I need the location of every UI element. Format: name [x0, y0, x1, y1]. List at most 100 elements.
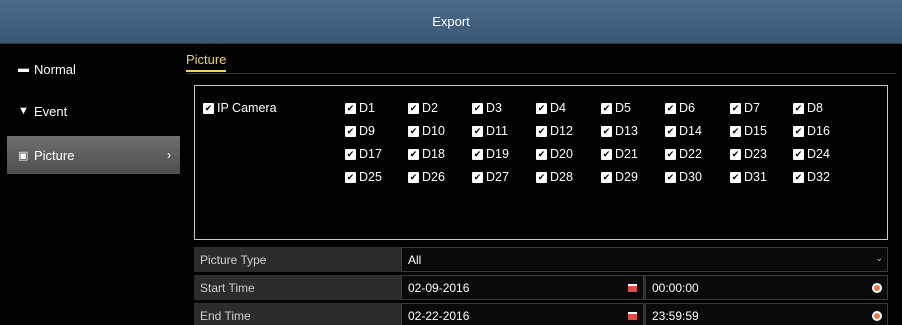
end-date-field[interactable]: 02-22-2016	[401, 303, 644, 325]
channel-label: D24	[807, 147, 830, 161]
sidebar-item-picture[interactable]: ▣ Picture ›	[7, 136, 180, 174]
start-date-field[interactable]: 02-09-2016	[401, 275, 644, 300]
checkbox-checked-icon	[665, 148, 676, 160]
window-title: Export	[432, 14, 470, 29]
channel-checkbox-d23[interactable]: D23	[730, 147, 767, 161]
channel-checkbox-d6[interactable]: D6	[665, 101, 695, 115]
checkbox-checked-icon	[345, 125, 356, 137]
clock-icon[interactable]	[872, 283, 882, 293]
channel-label: D2	[422, 101, 438, 115]
checkbox-checked-icon	[472, 148, 483, 160]
channel-checkbox-d20[interactable]: D20	[536, 147, 573, 161]
checkbox-checked-icon	[793, 125, 804, 137]
checkbox-checked-icon	[601, 102, 612, 114]
checkbox-checked-icon	[408, 125, 419, 137]
channel-checkbox-d27[interactable]: D27	[472, 170, 509, 184]
picture-type-select[interactable]: All ⌄	[401, 247, 888, 272]
channel-checkbox-d14[interactable]: D14	[665, 124, 702, 138]
checkbox-checked-icon	[408, 148, 419, 160]
checkbox-checked-icon	[472, 125, 483, 137]
normal-icon: ▬	[18, 63, 29, 75]
checkbox-checked-icon	[793, 148, 804, 160]
channel-checkbox-d12[interactable]: D12	[536, 124, 573, 138]
checkbox-checked-icon	[408, 102, 419, 114]
checkbox-checked-icon	[665, 171, 676, 183]
checkbox-checked-icon	[601, 148, 612, 160]
channel-label: D16	[807, 124, 830, 138]
sidebar: ▬ Normal ▼ Event ▣ Picture ›	[0, 44, 180, 325]
ip-camera-checkbox[interactable]: IP Camera	[203, 101, 277, 115]
channel-checkbox-d32[interactable]: D32	[793, 170, 830, 184]
channel-checkbox-d3[interactable]: D3	[472, 101, 502, 115]
channel-checkbox-d31[interactable]: D31	[730, 170, 767, 184]
checkbox-checked-icon	[793, 102, 804, 114]
checkbox-checked-icon	[601, 125, 612, 137]
channel-label: D32	[807, 170, 830, 184]
checkbox-checked-icon	[536, 148, 547, 160]
channel-label: D25	[359, 170, 382, 184]
channel-checkbox-d29[interactable]: D29	[601, 170, 638, 184]
channel-checkbox-d1[interactable]: D1	[345, 101, 375, 115]
channel-label: D12	[550, 124, 573, 138]
channel-checkbox-d11[interactable]: D11	[472, 124, 508, 138]
channel-checkbox-d18[interactable]: D18	[408, 147, 445, 161]
channel-checkbox-d28[interactable]: D28	[536, 170, 573, 184]
channel-label: D8	[807, 101, 823, 115]
channel-label: D21	[615, 147, 638, 161]
channel-checkbox-d10[interactable]: D10	[408, 124, 445, 138]
checkbox-checked-icon	[203, 102, 214, 114]
checkbox-checked-icon	[345, 171, 356, 183]
tab-picture[interactable]: Picture	[186, 52, 227, 72]
channel-checkbox-d16[interactable]: D16	[793, 124, 830, 138]
channel-label: D10	[422, 124, 445, 138]
channel-checkbox-d22[interactable]: D22	[665, 147, 702, 161]
start-time-label: Start Time	[200, 281, 255, 295]
channel-checkbox-d8[interactable]: D8	[793, 101, 823, 115]
channel-checkbox-d13[interactable]: D13	[601, 124, 638, 138]
sidebar-item-normal[interactable]: ▬ Normal	[0, 50, 180, 88]
channel-label: D29	[615, 170, 638, 184]
channel-checkbox-d30[interactable]: D30	[665, 170, 702, 184]
end-time-label: End Time	[200, 309, 251, 323]
checkbox-checked-icon	[665, 102, 676, 114]
calendar-icon[interactable]	[628, 284, 637, 292]
channel-checkbox-d17[interactable]: D17	[345, 147, 382, 161]
checkbox-checked-icon	[472, 102, 483, 114]
channel-label: D30	[679, 170, 702, 184]
start-time-value: 00:00:00	[652, 281, 699, 295]
picture-type-value: All	[408, 253, 422, 267]
channel-label: D6	[679, 101, 695, 115]
channel-label: D13	[615, 124, 638, 138]
channel-label: D14	[679, 124, 702, 138]
channel-checkbox-d4[interactable]: D4	[536, 101, 566, 115]
channel-checkbox-d24[interactable]: D24	[793, 147, 830, 161]
chevron-down-icon: ⌄	[875, 253, 883, 263]
picture-type-label: Picture Type	[200, 253, 267, 267]
channel-checkbox-d26[interactable]: D26	[408, 170, 445, 184]
checkbox-checked-icon	[536, 125, 547, 137]
channel-checkbox-d7[interactable]: D7	[730, 101, 760, 115]
channel-checkbox-d25[interactable]: D25	[345, 170, 382, 184]
picture-type-row: Picture Type All ⌄	[194, 247, 888, 272]
channel-checkbox-d2[interactable]: D2	[408, 101, 438, 115]
channel-checkbox-d19[interactable]: D19	[472, 147, 509, 161]
end-time-field[interactable]: 23:59:59	[645, 303, 888, 325]
checkbox-checked-icon	[345, 102, 356, 114]
channel-checkbox-d5[interactable]: D5	[601, 101, 631, 115]
channel-checkbox-d21[interactable]: D21	[601, 147, 638, 161]
chevron-right-icon: ›	[167, 148, 171, 162]
channel-checkbox-d15[interactable]: D15	[730, 124, 767, 138]
channel-label: D27	[486, 170, 509, 184]
calendar-icon[interactable]	[628, 312, 637, 320]
sidebar-item-label: Normal	[34, 61, 76, 77]
main-panel: Picture IP Camera D1 D2 D3 D4 D5 D6 D7 D8 D9 D10 D…	[180, 44, 902, 325]
event-icon: ▼	[18, 105, 29, 117]
start-time-field[interactable]: 00:00:00	[645, 275, 888, 300]
clock-icon[interactable]	[872, 311, 882, 321]
channel-label: D9	[359, 124, 375, 138]
channel-label: D22	[679, 147, 702, 161]
channel-checkbox-d9[interactable]: D9	[345, 124, 375, 138]
end-date-value: 02-22-2016	[408, 309, 470, 323]
channel-label: D5	[615, 101, 631, 115]
sidebar-item-event[interactable]: ▼ Event	[0, 92, 180, 130]
